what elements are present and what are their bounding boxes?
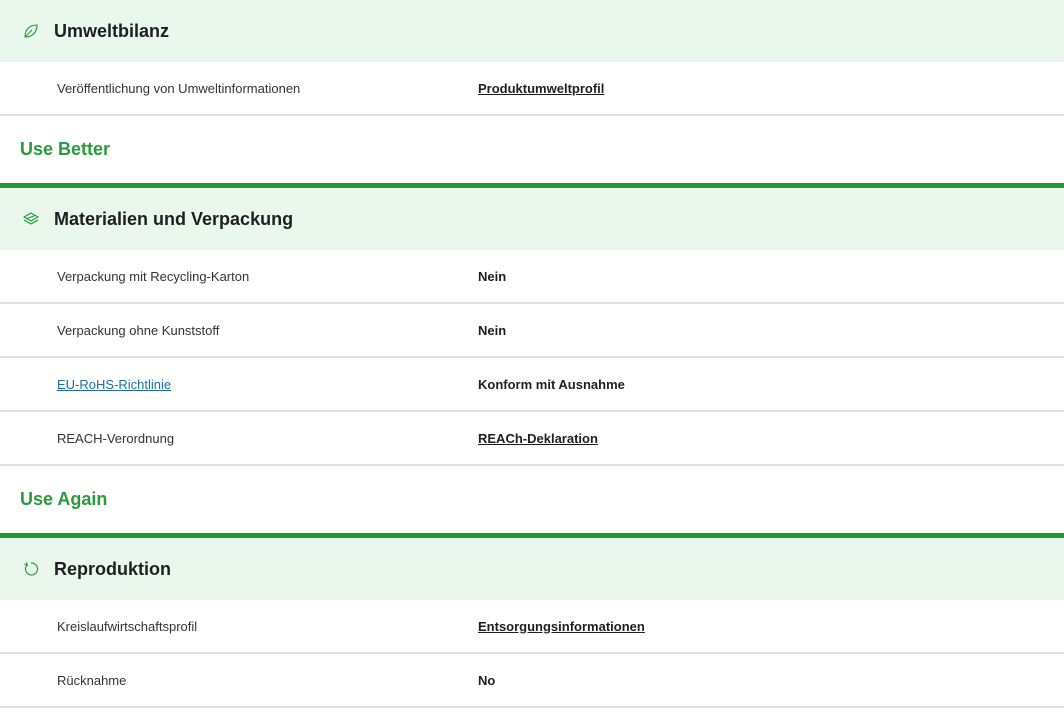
table-row: Veröffentlichung von Umweltinformationen… [0,62,1064,116]
leaf-icon [22,22,40,40]
table-row: Kreislaufwirtschaftsprofil Entsorgungsin… [0,600,1064,654]
section-header-umweltbilanz: Umweltbilanz [0,0,1064,62]
row-label: Verpackung mit Recycling-Karton [57,268,250,284]
row-value: Nein [478,322,507,338]
group-heading-use-again: Use Again [0,466,1064,538]
entsorgungsinformationen-link[interactable]: Entsorgungsinformationen [478,619,645,634]
row-label: Verpackung ohne Kunststoff [57,322,220,338]
row-value: Nein [478,268,507,284]
table-row: Verpackung mit Recycling-Karton Nein [0,250,1064,304]
section-header-materialien: Materialien und Verpackung [0,188,1064,250]
section-title: Umweltbilanz [54,20,170,41]
row-label: Rücknahme [57,672,127,688]
produktumweltprofil-link[interactable]: Produktumweltprofil [478,81,604,96]
section-title: Reproduktion [54,558,171,579]
row-label-cell: EU-RoHS-Richtlinie [0,377,478,392]
section-header-reproduktion: Reproduktion [0,538,1064,600]
row-label: Kreislaufwirtschaftsprofil [57,618,198,634]
row-value: Konform mit Ausnahme [478,376,625,392]
table-row: REACH-Verordnung REACh-Deklaration [0,412,1064,466]
table-row: Rücknahme No [0,654,1064,708]
layers-icon [22,210,40,228]
eu-rohs-link[interactable]: EU-RoHS-Richtlinie [57,377,171,392]
table-row: EU-RoHS-Richtlinie Konform mit Ausnahme [0,358,1064,412]
group-heading-use-better: Use Better [0,116,1064,188]
section-title: Materialien und Verpackung [54,208,294,229]
refresh-icon [22,560,40,578]
table-row: Verpackung ohne Kunststoff Nein [0,304,1064,358]
reach-deklaration-link[interactable]: REACh-Deklaration [478,431,598,446]
row-label: Veröffentlichung von Umweltinformationen [57,80,301,96]
row-value: No [478,672,496,688]
row-label: REACH-Verordnung [57,430,175,446]
